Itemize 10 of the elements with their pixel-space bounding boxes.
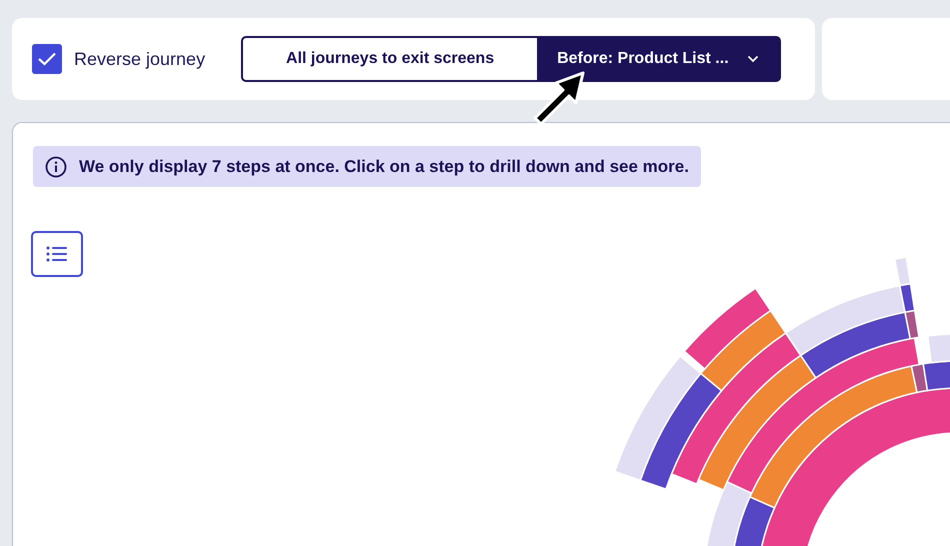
- info-icon: [45, 156, 67, 178]
- check-icon: [38, 52, 56, 66]
- checkbox[interactable]: [32, 44, 62, 74]
- checkbox-label: Reverse journey: [74, 48, 206, 70]
- journey-mode-button[interactable]: All journeys to exit screens: [241, 36, 540, 82]
- list-view-button[interactable]: [31, 231, 83, 277]
- info-text: We only display 7 steps at once. Click on a step to drill down and see more.: [79, 156, 689, 176]
- list-icon: [46, 246, 68, 262]
- chevron-down-icon: [746, 55, 759, 63]
- journey-dropdown[interactable]: Before: Product List ...: [539, 36, 781, 82]
